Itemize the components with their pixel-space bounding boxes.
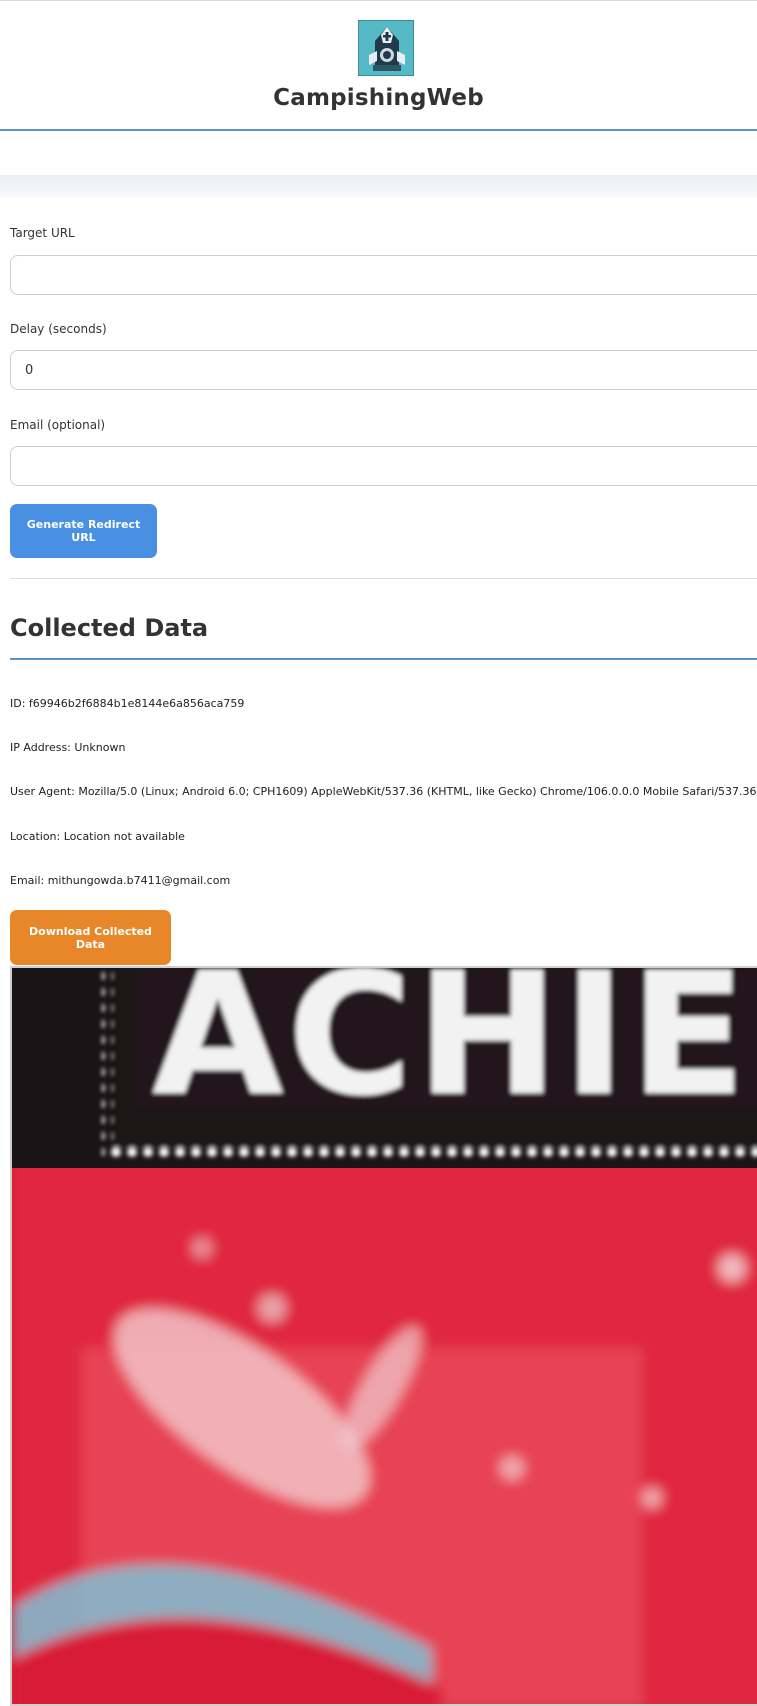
collected-data-rule: [10, 658, 757, 660]
download-collected-data-button[interactable]: Download Collected Data: [10, 910, 171, 965]
email-input[interactable]: [10, 446, 757, 486]
site-header: CampishingWeb: [0, 1, 757, 131]
collected-ip-address: IP Address: Unknown: [10, 741, 126, 754]
generate-redirect-url-button[interactable]: Generate Redirect URL: [10, 504, 157, 558]
collected-location: Location: Location not available: [10, 830, 185, 843]
collected-data-title: Collected Data: [10, 614, 209, 642]
site-title: CampishingWeb: [273, 85, 484, 111]
nav-shadow-gap: [0, 175, 757, 197]
collected-email: Email: mithungowda.b7411@gmail.com: [10, 874, 231, 887]
nav-bar: [0, 131, 757, 175]
delay-input[interactable]: [10, 350, 757, 390]
target-url-input[interactable]: [10, 255, 757, 295]
photo-stamp-text: ACHIE: [152, 968, 750, 1134]
target-url-label: Target URL: [10, 226, 75, 240]
collected-id: ID: f69946b2f6884b1e8144e6a856aca759: [10, 697, 245, 710]
section-divider: [10, 578, 757, 579]
hooded-hacker-logo-icon: [358, 20, 414, 76]
collected-user-agent: User Agent: Mozilla/5.0 (Linux; Android …: [10, 785, 757, 798]
email-label: Email (optional): [10, 418, 106, 432]
delay-label: Delay (seconds): [10, 322, 107, 336]
captured-camera-photo: ACHIE: [10, 966, 757, 1706]
